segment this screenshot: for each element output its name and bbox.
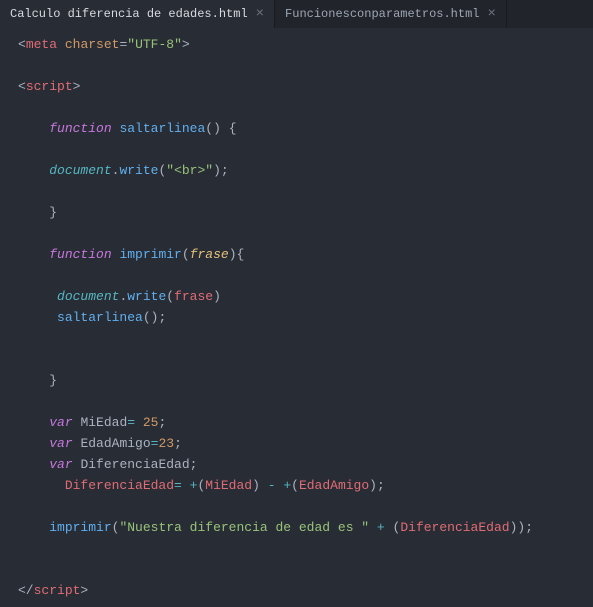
code-line: function imprimir(frase){	[18, 244, 593, 265]
tab-calculo[interactable]: Calculo diferencia de edades.html ×	[0, 0, 275, 28]
code-line	[18, 181, 593, 202]
code-line	[18, 55, 593, 76]
code-line: }	[18, 202, 593, 223]
code-line	[18, 97, 593, 118]
code-line	[18, 391, 593, 412]
code-line: document.write(frase)	[18, 286, 593, 307]
code-line: <meta charset="UTF-8">	[18, 34, 593, 55]
code-line	[18, 328, 593, 349]
close-icon[interactable]: ×	[256, 7, 264, 21]
code-line: saltarlinea();	[18, 307, 593, 328]
code-line	[18, 265, 593, 286]
tab-label: Funcionesconparametros.html	[285, 7, 479, 21]
code-line: }	[18, 370, 593, 391]
tab-funciones[interactable]: Funcionesconparametros.html ×	[275, 0, 507, 28]
code-line	[18, 139, 593, 160]
code-line: var MiEdad= 25;	[18, 412, 593, 433]
code-line: var EdadAmigo=23;	[18, 433, 593, 454]
close-icon[interactable]: ×	[487, 7, 495, 21]
code-line	[18, 496, 593, 517]
code-editor[interactable]: <meta charset="UTF-8"> <script> function…	[0, 28, 593, 607]
code-line	[18, 538, 593, 559]
code-line	[18, 349, 593, 370]
code-line: var DiferenciaEdad;	[18, 454, 593, 475]
code-line: </script>	[18, 580, 593, 601]
code-line	[18, 223, 593, 244]
tab-bar: Calculo diferencia de edades.html × Func…	[0, 0, 593, 28]
code-line: DiferenciaEdad= +(MiEdad) - +(EdadAmigo)…	[18, 475, 593, 496]
code-line: function saltarlinea() {	[18, 118, 593, 139]
code-line: <script>	[18, 76, 593, 97]
tab-label: Calculo diferencia de edades.html	[10, 7, 248, 21]
code-line: document.write("<br>");	[18, 160, 593, 181]
code-line	[18, 559, 593, 580]
